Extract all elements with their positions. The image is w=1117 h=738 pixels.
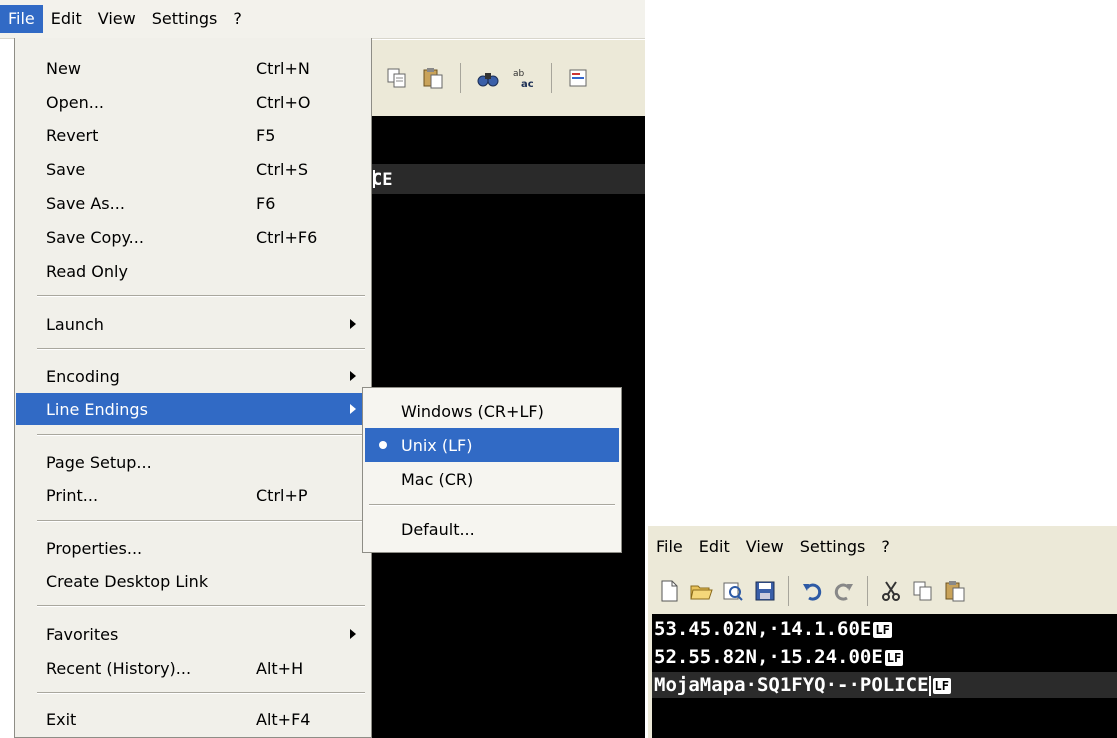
editor-text-fragment: CE bbox=[372, 170, 393, 190]
line-ending-marker: LF bbox=[932, 677, 951, 694]
open-folder-icon[interactable] bbox=[688, 578, 714, 604]
toolbar: ab ac bbox=[372, 40, 645, 116]
menu-item-print[interactable]: Print... Ctrl+P bbox=[16, 479, 370, 511]
line-ending-marker: LF bbox=[884, 649, 904, 666]
menu-separator bbox=[369, 504, 615, 506]
menu-item-create-desktop-link[interactable]: Create Desktop Link bbox=[16, 565, 370, 597]
svg-text:ab: ab bbox=[513, 69, 525, 79]
menu-separator bbox=[37, 434, 365, 436]
editor-line: 52.55.82N,·15.24.00E LF bbox=[654, 646, 904, 668]
menu-item-save-copy[interactable]: Save Copy... Ctrl+F6 bbox=[16, 221, 370, 253]
radio-selected-icon bbox=[379, 441, 387, 449]
menu-edit[interactable]: Edit bbox=[691, 533, 738, 561]
goto-icon[interactable] bbox=[566, 65, 592, 91]
toolbar-separator bbox=[551, 63, 552, 93]
replace-icon[interactable]: ab ac bbox=[511, 65, 537, 91]
toolbar-separator bbox=[788, 576, 789, 606]
notepad-window-right: File Edit View Settings ? 53.45.02N,·14.… bbox=[648, 526, 1117, 738]
menu-item-read-only[interactable]: Read Only bbox=[16, 255, 370, 287]
new-file-icon[interactable] bbox=[656, 578, 682, 604]
menu-item-recent-history[interactable]: Recent (History)... Alt+H bbox=[16, 652, 370, 684]
submenu-item-windows-crlf[interactable]: Windows (CR+LF) bbox=[365, 394, 619, 428]
redo-icon[interactable] bbox=[831, 578, 857, 604]
menu-file[interactable]: File bbox=[648, 533, 691, 561]
file-menu-dropdown: New Ctrl+N Open... Ctrl+O Revert F5 Save Ctr… bbox=[14, 38, 372, 738]
menu-item-launch[interactable]: Launch bbox=[16, 308, 370, 340]
submenu-item-mac-cr[interactable]: Mac (CR) bbox=[365, 462, 619, 496]
menu-separator bbox=[37, 520, 365, 522]
menu-view[interactable]: View bbox=[738, 533, 792, 561]
text-caret bbox=[373, 170, 375, 188]
menu-edit[interactable]: Edit bbox=[43, 5, 90, 33]
editor-line: 53.45.02N,·14.1.60E LF bbox=[654, 618, 892, 640]
cut-icon[interactable] bbox=[878, 578, 904, 604]
line-ending-marker: LF bbox=[873, 621, 892, 638]
menu-item-new[interactable]: New Ctrl+N bbox=[16, 52, 370, 84]
submenu-item-unix-lf[interactable]: Unix (LF) bbox=[365, 428, 619, 462]
submenu-arrow-icon bbox=[350, 319, 356, 329]
menu-help[interactable]: ? bbox=[225, 5, 250, 33]
menu-separator bbox=[37, 605, 365, 607]
menu-item-encoding[interactable]: Encoding bbox=[16, 360, 370, 392]
text-editor-area[interactable]: 53.45.02N,·14.1.60E LF 52.55.82N,·15.24.0… bbox=[652, 614, 1117, 738]
current-line-highlight: CE bbox=[372, 164, 645, 194]
copy-icon[interactable] bbox=[910, 578, 936, 604]
menu-item-line-endings[interactable]: Line Endings bbox=[16, 393, 370, 425]
menu-separator bbox=[37, 692, 365, 694]
paste-icon[interactable] bbox=[420, 65, 446, 91]
menu-item-properties[interactable]: Properties... bbox=[16, 532, 370, 564]
copy-icon[interactable] bbox=[384, 65, 410, 91]
menu-view[interactable]: View bbox=[90, 5, 144, 33]
menu-settings[interactable]: Settings bbox=[792, 533, 874, 561]
menu-settings[interactable]: Settings bbox=[144, 5, 226, 33]
menu-item-save-as[interactable]: Save As... F6 bbox=[16, 187, 370, 219]
menubar: File Edit View Settings ? bbox=[648, 526, 1117, 568]
notepad-window-left: File Edit View Settings ? ab ac CE New Ctr… bbox=[0, 0, 645, 738]
menu-separator bbox=[37, 348, 365, 350]
menu-item-revert[interactable]: Revert F5 bbox=[16, 119, 370, 151]
print-preview-icon[interactable] bbox=[720, 578, 746, 604]
menu-help[interactable]: ? bbox=[873, 533, 898, 561]
menu-separator bbox=[37, 295, 365, 297]
toolbar-separator bbox=[867, 576, 868, 606]
menu-item-open[interactable]: Open... Ctrl+O bbox=[16, 86, 370, 118]
submenu-arrow-icon bbox=[350, 371, 356, 381]
toolbar-separator bbox=[460, 63, 461, 93]
submenu-arrow-icon bbox=[350, 404, 356, 414]
menu-item-page-setup[interactable]: Page Setup... bbox=[16, 446, 370, 478]
toolbar bbox=[648, 568, 1117, 614]
menubar: File Edit View Settings ? bbox=[0, 0, 645, 39]
paste-icon[interactable] bbox=[942, 578, 968, 604]
save-icon[interactable] bbox=[752, 578, 778, 604]
submenu-item-default[interactable]: Default... bbox=[365, 512, 619, 546]
submenu-arrow-icon bbox=[350, 629, 356, 639]
find-icon[interactable] bbox=[475, 65, 501, 91]
line-endings-submenu: Windows (CR+LF) Unix (LF) Mac (CR) Defau… bbox=[362, 387, 622, 553]
svg-text:ac: ac bbox=[521, 79, 534, 89]
undo-icon[interactable] bbox=[799, 578, 825, 604]
menu-item-favorites[interactable]: Favorites bbox=[16, 618, 370, 650]
editor-line-current: MojaMapa·SQ1FYQ·-·POLICE LF bbox=[652, 672, 1117, 698]
text-caret bbox=[928, 675, 931, 696]
menu-file[interactable]: File bbox=[0, 5, 43, 33]
menu-item-save[interactable]: Save Ctrl+S bbox=[16, 153, 370, 185]
menu-item-exit[interactable]: Exit Alt+F4 bbox=[16, 703, 370, 735]
